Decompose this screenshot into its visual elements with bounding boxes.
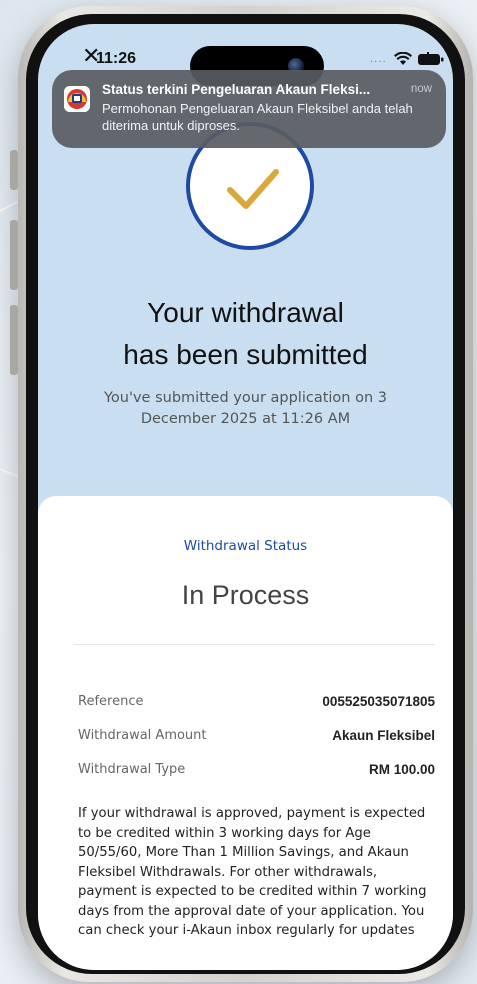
- submission-subtitle: You've submitted your application on 3 D…: [104, 390, 387, 427]
- withdrawal-status-card: Withdrawal Status In Process Reference 0…: [38, 496, 453, 970]
- detail-label: Withdrawal Amount: [78, 728, 207, 743]
- detail-label: Reference: [78, 694, 144, 709]
- detail-value: Akaun Fleksibel: [332, 728, 435, 743]
- detail-row-withdrawal-amount: Withdrawal Amount Akaun Fleksibel: [78, 728, 435, 750]
- battery-icon: [418, 52, 444, 65]
- action-button: [10, 150, 18, 190]
- notification-body: Permohonan Pengeluaran Akaun Fleksibel a…: [102, 101, 413, 133]
- wifi-icon: [394, 52, 412, 65]
- kwsp-logo-icon: [64, 86, 90, 112]
- status-time: 11:26: [96, 50, 137, 67]
- push-notification[interactable]: Status terkini Pengeluaran Akaun Fleksi.…: [52, 70, 446, 148]
- page-title-line1: Your withdrawal: [147, 297, 344, 328]
- detail-label: Withdrawal Type: [78, 762, 186, 777]
- phone-screen: ✕ 11:26 .... Status terkini Pengeluaran …: [38, 24, 453, 970]
- notification-time: now: [410, 83, 432, 95]
- signal-icon: ....: [370, 54, 387, 65]
- page-title: Your withdrawal has been submitted: [38, 292, 453, 376]
- status-value: In Process: [181, 580, 310, 610]
- volume-up-button: [10, 220, 18, 290]
- page-title-line2: has been submitted: [123, 339, 368, 370]
- divider: [74, 644, 435, 645]
- status-label: Withdrawal Status: [183, 538, 308, 554]
- payment-info-note: If your withdrawal is approved, payment …: [78, 806, 427, 938]
- detail-value: 005525035071805: [322, 694, 435, 709]
- detail-row-reference: Reference 005525035071805: [78, 694, 435, 716]
- detail-value: RM 100.00: [368, 762, 435, 777]
- volume-down-button: [10, 305, 18, 375]
- detail-row-withdrawal-type: Withdrawal Type RM 100.00: [78, 762, 435, 784]
- notification-title: Status terkini Pengeluaran Akaun Fleksi.…: [102, 82, 371, 97]
